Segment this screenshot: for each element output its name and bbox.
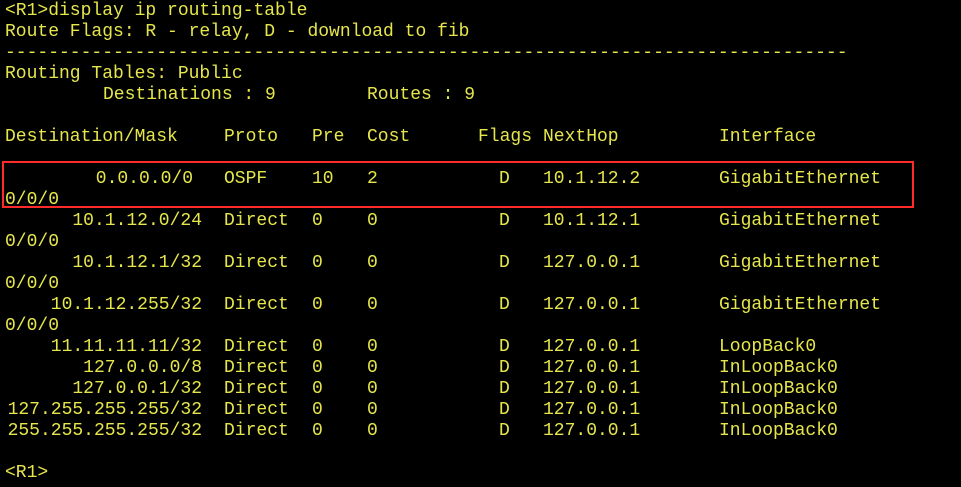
route-nexthop: 127.0.0.1 — [543, 358, 641, 378]
route-cost: 0 — [367, 400, 378, 420]
route-pre: 0 — [312, 211, 323, 231]
route-destination: 127.255.255.255/32 — [7, 400, 202, 420]
route-interface: InLoopBack0 — [719, 421, 838, 441]
route-interface: GigabitEthernet — [719, 295, 882, 315]
route-interface: InLoopBack0 — [719, 379, 838, 399]
route-pre: 0 — [312, 358, 323, 378]
route-interface: InLoopBack0 — [719, 358, 838, 378]
destinations-count: Destinations : 9 — [103, 85, 276, 105]
route-nexthop: 10.1.12.1 — [543, 211, 641, 231]
route-nexthop: 127.0.0.1 — [543, 295, 641, 315]
route-flags-line: Route Flags: R - relay, D - download to … — [5, 22, 470, 42]
header-pre: Pre — [312, 127, 345, 147]
route-cost: 0 — [367, 295, 378, 315]
route-cost: 0 — [367, 337, 378, 357]
route-nexthop: 127.0.0.1 — [543, 400, 641, 420]
route-destination: 10.1.12.1/32 — [72, 253, 202, 273]
route-pre: 0 — [312, 337, 323, 357]
route-cost: 0 — [367, 421, 378, 441]
route-flags: D — [499, 400, 510, 420]
command-prompt[interactable]: <R1> — [5, 463, 48, 484]
separator-line: ----------------------------------------… — [5, 43, 848, 63]
route-proto: Direct — [224, 211, 289, 231]
route-interface: GigabitEthernet — [719, 253, 882, 273]
route-pre: 0 — [312, 379, 323, 399]
route-destination: 127.0.0.0/8 — [83, 358, 202, 378]
route-proto: Direct — [224, 379, 289, 399]
route-proto: Direct — [224, 358, 289, 378]
route-interface-continued: 0/0/0 — [5, 316, 60, 336]
route-destination: 10.1.12.0/24 — [72, 211, 202, 231]
header-cost: Cost — [367, 127, 411, 147]
highlight-box — [2, 161, 914, 208]
routing-tables-title: Routing Tables: Public — [5, 64, 243, 84]
header-interface: Interface — [719, 127, 817, 147]
route-flags: D — [499, 421, 510, 441]
route-interface-continued: 0/0/0 — [5, 232, 60, 252]
header-flags: Flags — [478, 127, 533, 147]
route-flags: D — [499, 211, 510, 231]
route-destination: 10.1.12.255/32 — [50, 295, 202, 315]
routes-count: Routes : 9 — [367, 85, 476, 105]
route-proto: Direct — [224, 400, 289, 420]
route-pre: 0 — [312, 421, 323, 441]
route-cost: 0 — [367, 379, 378, 399]
route-cost: 0 — [367, 253, 378, 273]
route-destination: 127.0.0.1/32 — [72, 379, 202, 399]
header-proto: Proto — [224, 127, 279, 147]
route-interface: InLoopBack0 — [719, 400, 838, 420]
route-interface: LoopBack0 — [719, 337, 817, 357]
route-destination: 255.255.255.255/32 — [7, 421, 202, 441]
route-proto: Direct — [224, 253, 289, 273]
route-flags: D — [499, 295, 510, 315]
route-nexthop: 127.0.0.1 — [543, 253, 641, 273]
route-destination: 11.11.11.11/32 — [50, 337, 202, 357]
route-proto: Direct — [224, 421, 289, 441]
terminal-window[interactable]: <R1>display ip routing-table Route Flags… — [0, 0, 961, 487]
route-flags: D — [499, 253, 510, 273]
route-proto: Direct — [224, 337, 289, 357]
route-flags: D — [499, 337, 510, 357]
route-interface-continued: 0/0/0 — [5, 274, 60, 294]
route-flags: D — [499, 358, 510, 378]
route-pre: 0 — [312, 295, 323, 315]
route-pre: 0 — [312, 253, 323, 273]
header-destination: Destination/Mask — [5, 127, 178, 147]
route-flags: D — [499, 379, 510, 399]
route-interface: GigabitEthernet — [719, 211, 882, 231]
route-proto: Direct — [224, 295, 289, 315]
route-nexthop: 127.0.0.1 — [543, 421, 641, 441]
route-pre: 0 — [312, 400, 323, 420]
route-nexthop: 127.0.0.1 — [543, 337, 641, 357]
command-line: <R1>display ip routing-table — [5, 1, 308, 21]
header-nexthop: NextHop — [543, 127, 619, 147]
route-cost: 0 — [367, 211, 378, 231]
route-cost: 0 — [367, 358, 378, 378]
route-nexthop: 127.0.0.1 — [543, 379, 641, 399]
